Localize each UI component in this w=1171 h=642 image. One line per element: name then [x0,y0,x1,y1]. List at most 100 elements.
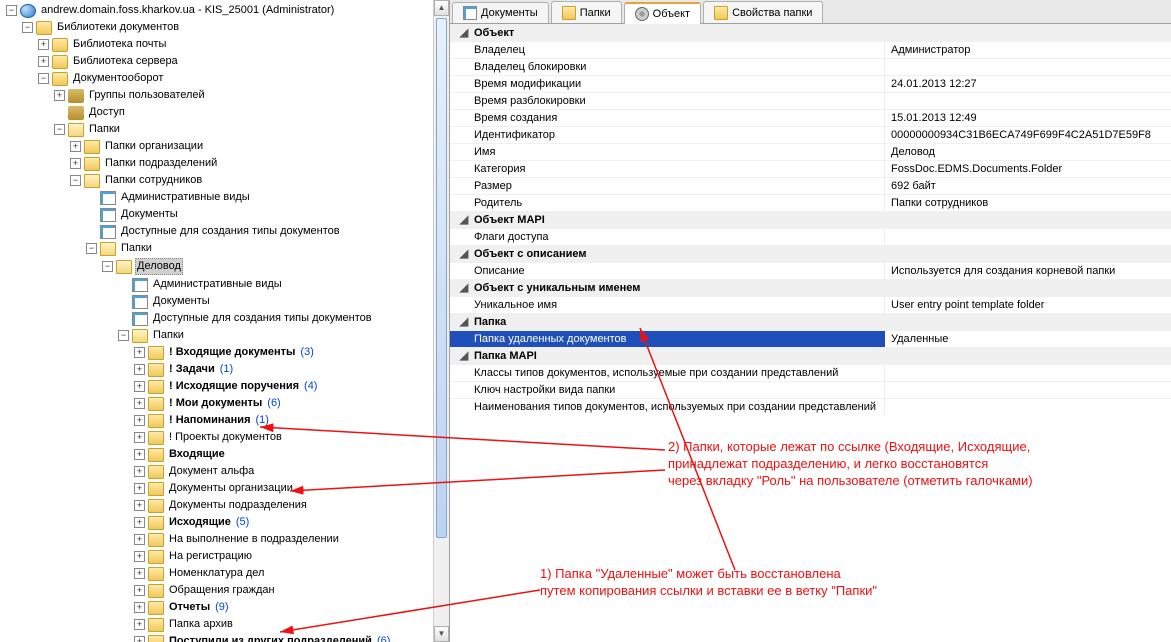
prop-row[interactable]: Владелец блокировки [450,58,1171,75]
prop-value[interactable]: FossDoc.EDMS.Documents.Folder [885,161,1171,177]
tree-item[interactable]: +Обращения граждан [132,582,449,599]
expand-toggle[interactable]: + [134,500,145,511]
prop-row[interactable]: Размер692 байт [450,177,1171,194]
expand-toggle[interactable]: + [134,432,145,443]
tree-item[interactable]: +Номенклатура дел [132,565,449,582]
collapse-icon[interactable]: ◢ [458,247,470,260]
prop-category[interactable]: ◢Объект с описанием [450,245,1171,262]
prop-value[interactable] [885,229,1171,245]
tree-item[interactable]: +Отчеты (9) [132,599,449,616]
expand-toggle[interactable]: + [134,466,145,477]
tree-folders[interactable]: − Папки [52,121,449,138]
expand-toggle[interactable]: − [54,124,65,135]
tree-libserver[interactable]: + Библиотека сервера [36,53,449,70]
tab-object[interactable]: Объект [624,2,701,24]
expand-toggle[interactable]: + [134,534,145,545]
expand-toggle[interactable]: + [134,347,145,358]
tree-edms[interactable]: − Документооборот [36,70,449,87]
tree-item[interactable]: +Документ альфа [132,463,449,480]
collapse-icon[interactable]: ◢ [458,349,470,362]
collapse-icon[interactable]: ◢ [458,213,470,226]
expand-toggle[interactable]: + [134,517,145,528]
prop-row[interactable]: Наименования типов документов, используе… [450,398,1171,415]
expand-toggle[interactable]: + [134,636,145,642]
tree-access[interactable]: Доступ [52,104,449,121]
tree-docs[interactable]: Документы [84,206,449,223]
prop-value[interactable]: Удаленные [885,331,1171,347]
tree-item[interactable]: +! Задачи (1) [132,361,449,378]
expand-toggle[interactable]: + [134,415,145,426]
prop-row[interactable]: ВладелецАдминистратор [450,41,1171,58]
prop-row[interactable]: Уникальное имяUser entry point template … [450,296,1171,313]
prop-category[interactable]: ◢Объект [450,24,1171,41]
tab-folders[interactable]: Папки [551,1,622,23]
prop-value[interactable]: Используется для создания корневой папки [885,263,1171,279]
tree-item[interactable]: +На регистрацию [132,548,449,565]
tree-d-adm[interactable]: Административные виды [116,276,449,293]
tree-empfolders[interactable]: − Папки сотрудников [68,172,449,189]
prop-value[interactable] [885,59,1171,75]
collapse-icon[interactable]: ◢ [458,281,470,294]
prop-value[interactable]: User entry point template folder [885,297,1171,313]
prop-row[interactable]: Время модификации24.01.2013 12:27 [450,75,1171,92]
collapse-icon[interactable]: ◢ [458,315,470,328]
prop-value[interactable] [885,93,1171,109]
expand-toggle[interactable]: + [134,619,145,630]
collapse-icon[interactable]: ◢ [458,26,470,39]
expand-toggle[interactable]: − [22,22,33,33]
prop-row[interactable]: КатегорияFossDoc.EDMS.Documents.Folder [450,160,1171,177]
tree-item[interactable]: +Документы организации [132,480,449,497]
tree-item[interactable]: +! Напоминания (1) [132,412,449,429]
tree-deptfolders[interactable]: + Папки подразделений [68,155,449,172]
tree-d-docs[interactable]: Документы [116,293,449,310]
tree-item[interactable]: +Поступили из других подразделений (6) [132,633,449,642]
tree-item[interactable]: +Документы подразделения [132,497,449,514]
prop-category[interactable]: ◢Объект MAPI [450,211,1171,228]
prop-row[interactable]: Флаги доступа [450,228,1171,245]
expand-toggle[interactable]: − [118,330,129,341]
expand-toggle[interactable]: + [134,585,145,596]
expand-toggle[interactable]: + [70,158,81,169]
tab-docs[interactable]: Документы [452,2,549,23]
left-scrollbar[interactable]: ▲ ▼ [433,0,449,642]
tree-item[interactable]: +Папка архив [132,616,449,633]
expand-toggle[interactable]: − [86,243,97,254]
prop-value[interactable]: 692 байт [885,178,1171,194]
tree-d-types[interactable]: Доступные для создания типы документов [116,310,449,327]
tree-libmail[interactable]: + Библиотека почты [36,36,449,53]
prop-value[interactable]: Папки сотрудников [885,195,1171,211]
expand-toggle[interactable]: + [134,483,145,494]
expand-toggle[interactable]: + [38,56,49,67]
expand-toggle[interactable]: + [134,551,145,562]
prop-value[interactable] [885,365,1171,381]
prop-row[interactable]: Время разблокировки [450,92,1171,109]
prop-value[interactable]: Администратор [885,42,1171,58]
tree-item[interactable]: +! Проекты документов [132,429,449,446]
tree-orgfolders[interactable]: + Папки организации [68,138,449,155]
expand-toggle[interactable]: − [102,261,113,272]
prop-row[interactable]: ИмяДеловод [450,143,1171,160]
property-grid[interactable]: ◢ОбъектВладелецАдминистраторВладелец бло… [450,24,1171,642]
prop-value[interactable]: 15.01.2013 12:49 [885,110,1171,126]
tree-item[interactable]: +На выполнение в подразделении [132,531,449,548]
prop-row[interactable]: Классы типов документов, используемые пр… [450,364,1171,381]
tree-item[interactable]: +Исходящие (5) [132,514,449,531]
scroll-down-button[interactable]: ▼ [434,626,449,642]
prop-category[interactable]: ◢Папка [450,313,1171,330]
tree-item[interactable]: +! Исходящие поручения (4) [132,378,449,395]
expand-toggle[interactable]: + [38,39,49,50]
prop-row[interactable]: Идентификатор00000000934C31B6ECA749F699F… [450,126,1171,143]
prop-value[interactable] [885,382,1171,398]
tree-admviews[interactable]: Административные виды [84,189,449,206]
prop-row[interactable]: ОписаниеИспользуется для создания корнев… [450,262,1171,279]
tree-item[interactable]: +! Мои документы (6) [132,395,449,412]
expand-toggle[interactable]: − [6,5,17,16]
prop-category[interactable]: ◢Объект с уникальным именем [450,279,1171,296]
prop-value[interactable] [885,399,1171,415]
scroll-thumb[interactable] [436,18,447,538]
tree-d-folders[interactable]: − Папки [116,327,449,344]
expand-toggle[interactable]: − [70,175,81,186]
expand-toggle[interactable]: − [38,73,49,84]
tree-item[interactable]: +Входящие [132,446,449,463]
tree-folders2[interactable]: − Папки [84,240,449,257]
